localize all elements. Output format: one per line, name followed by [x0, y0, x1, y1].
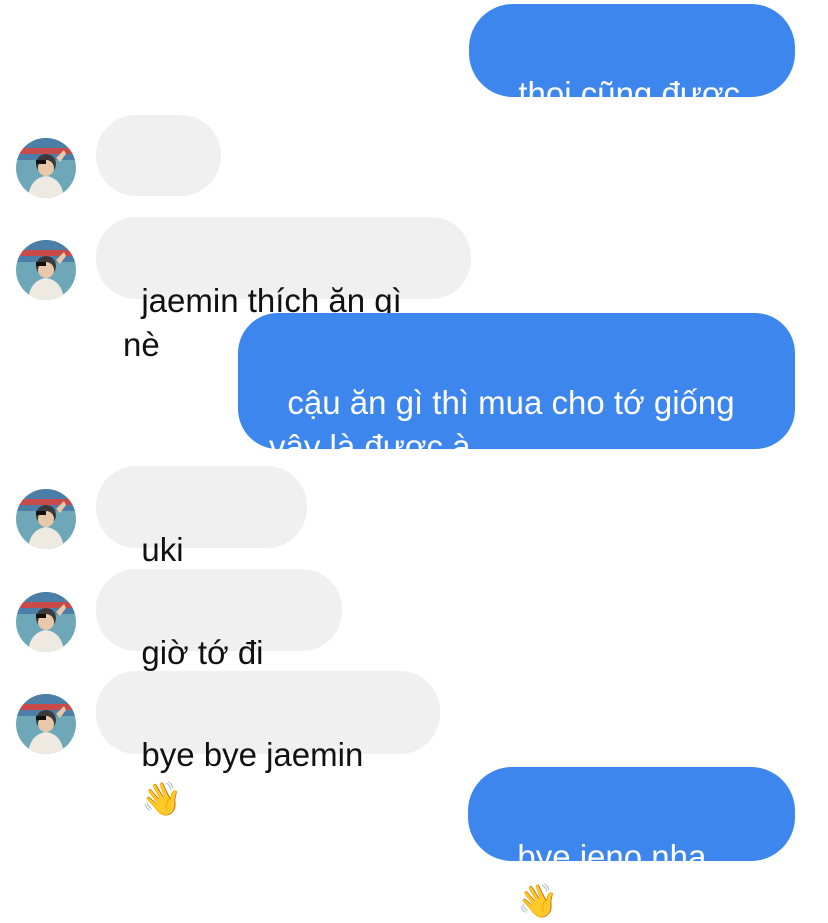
contact-avatar-icon[interactable]	[16, 240, 76, 300]
sent-message-bubble[interactable]: bye jeno nha 👋	[468, 767, 795, 920]
waving-hand-icon: 👋	[141, 779, 183, 818]
contact-avatar-icon[interactable]	[16, 489, 76, 549]
waving-hand-icon: 👋	[517, 881, 559, 920]
contact-avatar-icon[interactable]	[16, 592, 76, 652]
contact-avatar-icon[interactable]	[16, 138, 76, 198]
received-message-bubble[interactable]: yehh	[96, 115, 221, 261]
received-message-bubble[interactable]: bye bye jaemin 👋	[96, 671, 440, 818]
contact-avatar-icon[interactable]	[16, 694, 76, 754]
message-text: thoi cũng được	[518, 75, 741, 112]
message-text: bye jeno nha	[517, 838, 707, 875]
sent-message-bubble[interactable]: thoi cũng được	[469, 4, 795, 112]
sent-message-bubble[interactable]: cậu ăn gì thì mua cho tớ giống vậy là đư…	[238, 313, 795, 465]
message-text: bye bye jaemin	[141, 736, 364, 773]
received-message-bubble[interactable]: jaemin thích ăn gì nè	[96, 217, 471, 363]
received-message-bubble[interactable]: uki luônnn	[96, 466, 307, 612]
message-text: cậu ăn gì thì mua cho tớ giống vậy là đư…	[269, 384, 735, 465]
received-message-bubble[interactable]: giờ tớ đi đây	[96, 569, 342, 715]
